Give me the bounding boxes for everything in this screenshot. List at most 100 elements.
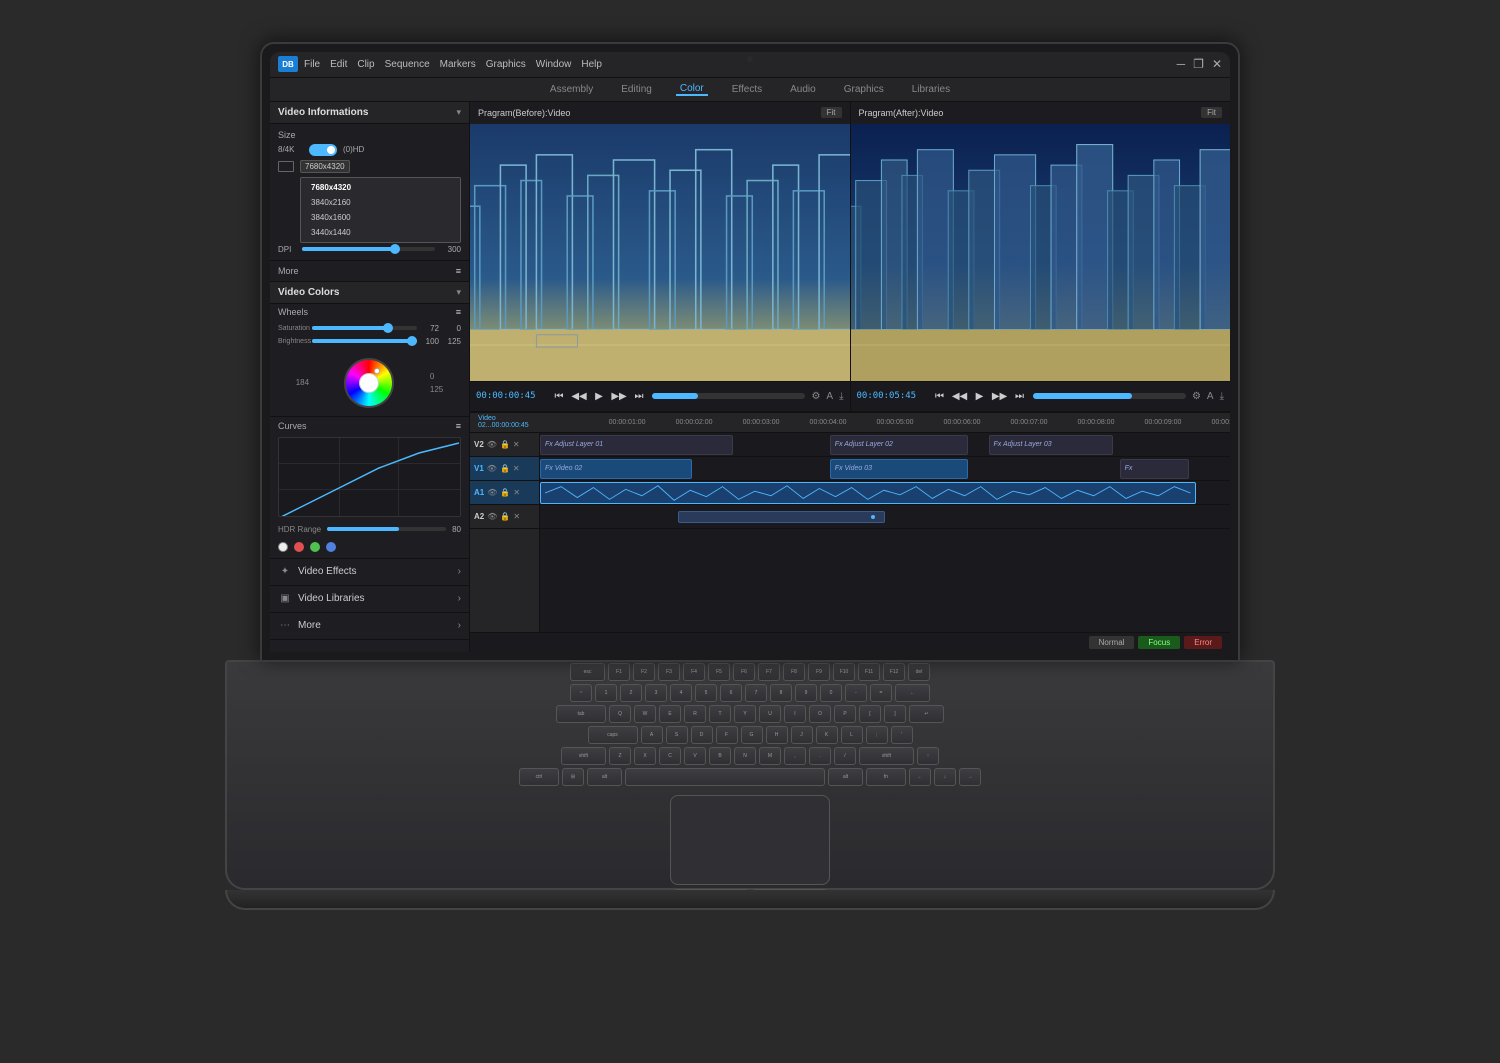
clip-adjust-1[interactable]: Fx Adjust Layer 01 <box>540 435 733 455</box>
brightness-slider[interactable] <box>312 339 417 343</box>
tab-graphics-tab[interactable]: Graphics <box>840 84 888 95</box>
key-lb[interactable]: [ <box>859 705 881 723</box>
step-fwd-btn-left[interactable]: ▶▶ <box>612 389 626 403</box>
key-o[interactable]: O <box>809 705 831 723</box>
key-ctrl-left[interactable]: ctrl <box>519 768 559 786</box>
status-focus-btn[interactable]: Focus <box>1138 636 1180 649</box>
wheels-menu-icon[interactable]: ≡ <box>456 307 461 317</box>
video-colors-header[interactable]: Video Colors ▾ <box>270 282 469 304</box>
a2-eye[interactable]: 👁 <box>487 512 497 521</box>
progress-bar-right[interactable] <box>1033 393 1186 399</box>
key-f[interactable]: F <box>716 726 738 744</box>
menu-window[interactable]: Window <box>536 59 572 70</box>
maximize-button[interactable]: ❐ <box>1193 57 1204 71</box>
key-f12[interactable]: F12 <box>883 663 905 681</box>
menu-markers[interactable]: Markers <box>440 59 476 70</box>
monitor-before-fit[interactable]: Fit <box>821 107 842 118</box>
v2-eye[interactable]: 👁 <box>487 440 497 449</box>
key-semi[interactable]: ; <box>866 726 888 744</box>
video-info-header[interactable]: Video Informations ▾ <box>270 102 469 124</box>
clip-a2[interactable] <box>678 511 885 523</box>
tab-effects[interactable]: Effects <box>728 84 766 95</box>
key-n[interactable]: N <box>734 747 756 765</box>
key-f3[interactable]: F3 <box>658 663 680 681</box>
key-f4[interactable]: F4 <box>683 663 705 681</box>
key-6[interactable]: 6 <box>720 684 742 702</box>
key-b[interactable]: B <box>709 747 731 765</box>
key-f1[interactable]: F1 <box>608 663 630 681</box>
menu-file[interactable]: File <box>304 59 320 70</box>
clip-fx-right[interactable]: Fx <box>1120 459 1189 479</box>
key-f10[interactable]: F10 <box>833 663 855 681</box>
key-f7[interactable]: F7 <box>758 663 780 681</box>
key-a[interactable]: A <box>641 726 663 744</box>
minimize-button[interactable]: ─ <box>1177 57 1186 71</box>
clip-audio02[interactable] <box>540 482 1196 504</box>
a1-lock[interactable]: 🔒 <box>500 488 510 497</box>
trackpad[interactable] <box>670 795 830 885</box>
key-s[interactable]: S <box>666 726 688 744</box>
dot-red[interactable] <box>294 542 304 552</box>
step-fwd-btn-right[interactable]: ▶▶ <box>993 389 1007 403</box>
monitor-after-fit[interactable]: Fit <box>1201 107 1222 118</box>
tab-audio[interactable]: Audio <box>786 84 820 95</box>
key-7[interactable]: 7 <box>745 684 767 702</box>
nav-more[interactable]: ⋯ More › <box>270 613 469 640</box>
menu-sequence[interactable]: Sequence <box>385 59 430 70</box>
key-z[interactable]: Z <box>609 747 631 765</box>
key-3[interactable]: 3 <box>645 684 667 702</box>
tab-assembly[interactable]: Assembly <box>546 84 597 95</box>
dot-white[interactable] <box>278 542 288 552</box>
step-back-btn-right[interactable]: ◀◀ <box>953 389 967 403</box>
v1-settings[interactable]: ✕ <box>513 464 520 473</box>
key-del[interactable]: del <box>908 663 930 681</box>
a1-eye[interactable]: 👁 <box>487 488 497 497</box>
dropdown-item-3[interactable]: 3840x1600 <box>301 210 460 225</box>
key-space[interactable] <box>625 768 825 786</box>
key-shift-right[interactable]: shift <box>859 747 914 765</box>
key-l[interactable]: L <box>841 726 863 744</box>
key-quote[interactable]: ' <box>891 726 913 744</box>
dropdown-item-2[interactable]: 3840x2160 <box>301 195 460 210</box>
saturation-slider[interactable] <box>312 326 417 330</box>
key-plus[interactable]: = <box>870 684 892 702</box>
v1-eye[interactable]: 👁 <box>487 464 497 473</box>
skip-fwd-btn-right[interactable]: ⏭ <box>1013 389 1027 403</box>
tab-editing[interactable]: Editing <box>617 84 656 95</box>
menu-clip[interactable]: Clip <box>357 59 374 70</box>
key-rb[interactable]: ] <box>884 705 906 723</box>
a2-lock[interactable]: 🔒 <box>500 512 510 521</box>
key-win[interactable]: ⊞ <box>562 768 584 786</box>
nav-video-effects[interactable]: ✦ Video Effects › <box>270 559 469 586</box>
key-alt-left[interactable]: alt <box>587 768 622 786</box>
dropdown-item-4[interactable]: 3440x1440 <box>301 225 460 240</box>
settings-icon-left[interactable]: ⚙ <box>811 391 820 402</box>
key-5[interactable]: 5 <box>695 684 717 702</box>
v2-lock[interactable]: 🔒 <box>500 440 510 449</box>
key-f6[interactable]: F6 <box>733 663 755 681</box>
key-backspace[interactable]: ← <box>895 684 930 702</box>
skip-back-btn-left[interactable]: ⏮ <box>552 389 566 403</box>
menu-edit[interactable]: Edit <box>330 59 347 70</box>
key-shift-left[interactable]: shift <box>561 747 606 765</box>
key-down[interactable]: ↓ <box>934 768 956 786</box>
key-comma[interactable]: , <box>784 747 806 765</box>
dot-blue[interactable] <box>326 542 336 552</box>
key-t[interactable]: T <box>709 705 731 723</box>
key-h[interactable]: H <box>766 726 788 744</box>
key-tab[interactable]: tab <box>556 705 606 723</box>
key-x[interactable]: X <box>634 747 656 765</box>
play-btn-left[interactable]: ▶ <box>592 389 606 403</box>
key-enter[interactable]: ↵ <box>909 705 944 723</box>
key-tilde[interactable]: ~ <box>570 684 592 702</box>
v1-lock[interactable]: 🔒 <box>500 464 510 473</box>
status-normal-btn[interactable]: Normal <box>1089 636 1135 649</box>
curves-menu-icon[interactable]: ≡ <box>456 421 461 431</box>
toggle-84k[interactable] <box>309 144 337 156</box>
key-j[interactable]: J <box>791 726 813 744</box>
tab-libraries[interactable]: Libraries <box>908 84 954 95</box>
key-q[interactable]: Q <box>609 705 631 723</box>
key-m[interactable]: M <box>759 747 781 765</box>
clip-adjust-3[interactable]: Fx Adjust Layer 03 <box>989 435 1113 455</box>
key-k[interactable]: K <box>816 726 838 744</box>
